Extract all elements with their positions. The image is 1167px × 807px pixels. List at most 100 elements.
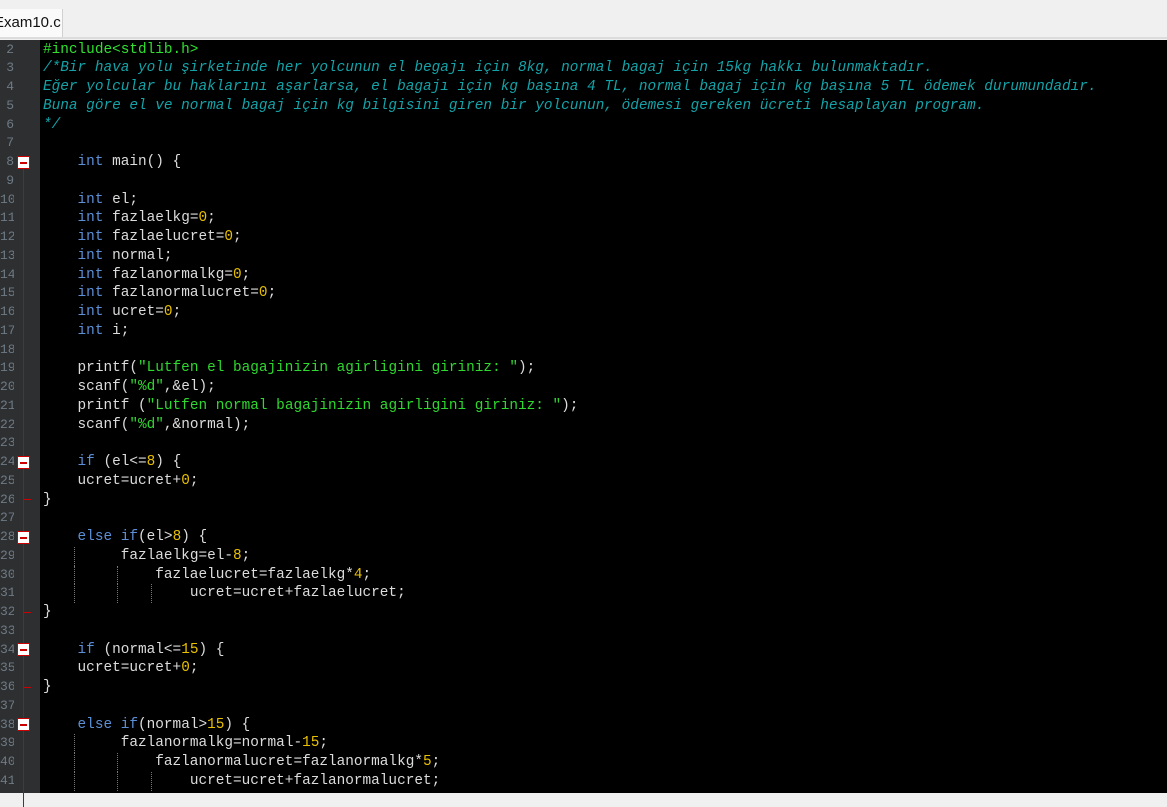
code-line[interactable]: 36} bbox=[0, 678, 1167, 697]
code-line[interactable]: 31 ucret=ucret+fazlaelucret; bbox=[0, 584, 1167, 603]
code-line[interactable]: 19 printf("Lutfen el bagajinizin agirlig… bbox=[0, 359, 1167, 378]
code-line[interactable]: 23 bbox=[0, 434, 1167, 453]
code-line[interactable]: 26} bbox=[0, 491, 1167, 510]
code-token: ucret=ucret+fazlanormalucret; bbox=[190, 773, 440, 789]
code-token bbox=[43, 210, 78, 226]
code-line[interactable]: 21 printf ("Lutfen normal bagajinizin ag… bbox=[0, 397, 1167, 416]
code-token: 0 bbox=[259, 285, 268, 301]
line-number: 17 bbox=[0, 322, 14, 341]
code-token: } bbox=[43, 604, 52, 620]
code-line[interactable]: 6 */ bbox=[0, 116, 1167, 135]
code-token: else bbox=[78, 717, 113, 733]
code-line[interactable]: 32} bbox=[0, 603, 1167, 622]
line-number: 3 bbox=[0, 59, 14, 78]
code-token: if bbox=[121, 717, 138, 733]
code-line[interactable]: 4 Eğer yolcular bu haklarını aşarlarsa, e… bbox=[0, 78, 1167, 97]
fold-line bbox=[23, 167, 24, 807]
line-number: 5 bbox=[0, 97, 14, 116]
line-code: else if(el>8) { bbox=[43, 528, 207, 547]
indent-guide bbox=[74, 772, 75, 791]
code-token: if bbox=[78, 642, 95, 658]
code-token: (el<= bbox=[95, 454, 147, 470]
line-code: Buna göre el ve normal bagaj için kg bil… bbox=[43, 97, 984, 116]
code-line[interactable]: 27 bbox=[0, 509, 1167, 528]
code-line[interactable]: 39 fazlanormalkg=normal-15; bbox=[0, 734, 1167, 753]
fold-collapse-icon[interactable] bbox=[17, 718, 30, 731]
line-number: 19 bbox=[0, 359, 14, 378]
code-line[interactable]: 18 bbox=[0, 341, 1167, 360]
code-line[interactable]: 14 int fazlanormalkg=0; bbox=[0, 266, 1167, 285]
code-line[interactable]: 40 fazlanormalucret=fazlanormalkg*5; bbox=[0, 753, 1167, 772]
code-token: el; bbox=[103, 192, 138, 208]
code-token bbox=[43, 642, 78, 658]
line-code: } bbox=[43, 491, 52, 510]
line-code: fazlanormalucret=fazlanormalkg*5; bbox=[43, 753, 440, 772]
code-editor[interactable]: 2#include<stdlib.h>3/*Bir hava yolu şirk… bbox=[0, 40, 1167, 793]
code-token: if bbox=[78, 454, 95, 470]
code-line[interactable]: 2#include<stdlib.h> bbox=[0, 41, 1167, 60]
code-line[interactable]: 3/*Bir hava yolu şirketinde her yolcunun… bbox=[0, 59, 1167, 78]
fold-collapse-icon[interactable] bbox=[17, 643, 30, 656]
code-line[interactable]: 8 int main() { bbox=[0, 153, 1167, 172]
code-line[interactable]: 33 bbox=[0, 622, 1167, 641]
code-line[interactable]: 11 int fazlaelkg=0; bbox=[0, 209, 1167, 228]
code-line[interactable]: 34 if (normal<=15) { bbox=[0, 641, 1167, 660]
line-number: 8 bbox=[0, 153, 14, 172]
line-code: ucret=ucret+0; bbox=[43, 659, 198, 678]
code-token: ) { bbox=[181, 529, 207, 545]
code-line[interactable]: 37 bbox=[0, 697, 1167, 716]
code-token: fazlaelkg=el- bbox=[121, 548, 233, 564]
code-token: 4 bbox=[354, 567, 363, 583]
code-token: 0 bbox=[181, 660, 190, 676]
code-line[interactable]: 10 int el; bbox=[0, 191, 1167, 210]
line-code: fazlaelucret=fazlaelkg*4; bbox=[43, 566, 371, 585]
code-token: fazlaelkg= bbox=[103, 210, 198, 226]
code-token: int bbox=[78, 154, 104, 170]
line-number: 4 bbox=[0, 78, 14, 97]
code-token bbox=[43, 304, 78, 320]
code-token: int bbox=[78, 210, 104, 226]
code-token bbox=[112, 529, 121, 545]
code-token: 15 bbox=[181, 642, 198, 658]
fold-collapse-icon[interactable] bbox=[17, 156, 30, 169]
line-number: 6 bbox=[0, 116, 14, 135]
code-line[interactable]: 38 else if(normal>15) { bbox=[0, 716, 1167, 735]
code-line[interactable]: 24 if (el<=8) { bbox=[0, 453, 1167, 472]
indent-guide bbox=[117, 772, 118, 791]
code-line[interactable]: 41 ucret=ucret+fazlanormalucret; bbox=[0, 772, 1167, 791]
fold-collapse-icon[interactable] bbox=[17, 531, 30, 544]
code-token: (normal> bbox=[138, 717, 207, 733]
code-line[interactable]: 25 ucret=ucret+0; bbox=[0, 472, 1167, 491]
tab-exam10[interactable]: Exam10.c bbox=[0, 9, 63, 37]
line-number: 12 bbox=[0, 228, 14, 247]
code-token bbox=[43, 267, 78, 283]
code-line[interactable]: 35 ucret=ucret+0; bbox=[0, 659, 1167, 678]
code-line[interactable]: 15 int fazlanormalucret=0; bbox=[0, 284, 1167, 303]
code-line[interactable]: 22 scanf("%d",&normal); bbox=[0, 416, 1167, 435]
code-line[interactable]: 5 Buna göre el ve normal bagaj için kg bi… bbox=[0, 97, 1167, 116]
code-token bbox=[43, 248, 78, 264]
line-code: #include<stdlib.h> bbox=[43, 41, 198, 60]
code-token: int bbox=[78, 323, 104, 339]
line-code: */ bbox=[43, 116, 60, 135]
code-token: ) { bbox=[224, 717, 250, 733]
code-line[interactable]: 20 scanf("%d",&el); bbox=[0, 378, 1167, 397]
code-line[interactable]: 12 int fazlaelucret=0; bbox=[0, 228, 1167, 247]
code-token: ucret=ucret+ bbox=[78, 660, 182, 676]
code-line[interactable]: 17 int i; bbox=[0, 322, 1167, 341]
code-line[interactable]: 16 int ucret=0; bbox=[0, 303, 1167, 322]
code-line[interactable]: 13 int normal; bbox=[0, 247, 1167, 266]
code-line[interactable]: 7 bbox=[0, 134, 1167, 153]
line-code: fazlanormalkg=normal-15; bbox=[43, 734, 328, 753]
indent-guide bbox=[74, 753, 75, 772]
code-line[interactable]: 30 fazlaelucret=fazlaelkg*4; bbox=[0, 566, 1167, 585]
code-token: ucret=ucret+ bbox=[78, 473, 182, 489]
code-token: Eğer yolcular bu haklarını aşarlarsa, el… bbox=[43, 79, 1097, 95]
indent-guide bbox=[151, 772, 152, 791]
line-number: 25 bbox=[0, 472, 14, 491]
code-line[interactable]: 29 fazlaelkg=el-8; bbox=[0, 547, 1167, 566]
code-line[interactable]: 9 bbox=[0, 172, 1167, 191]
indent-guide bbox=[117, 584, 118, 603]
fold-collapse-icon[interactable] bbox=[17, 456, 30, 469]
code-line[interactable]: 28 else if(el>8) { bbox=[0, 528, 1167, 547]
